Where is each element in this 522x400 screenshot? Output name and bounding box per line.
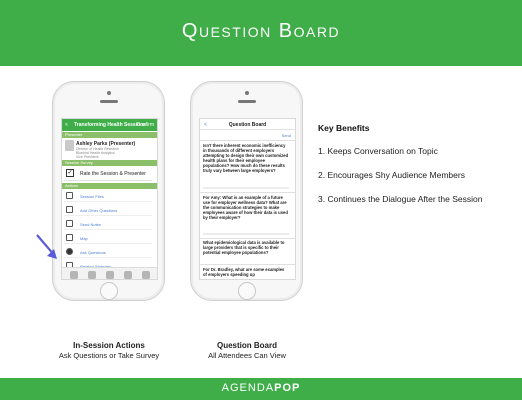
footer-banner: AGENDAPOP [0,378,522,400]
divider [200,140,295,141]
schedule-tab-icon[interactable] [88,271,96,279]
home-tab-icon[interactable] [70,271,78,279]
messages-tab-icon[interactable] [124,271,132,279]
divider [200,192,295,193]
question-item[interactable]: For Dr. Bradley, what are some examples … [203,267,289,277]
app-nav-bar: < Transforming Health Sessions Confirm [62,119,157,131]
nav-title: Transforming Health Sessions [74,122,146,128]
file-icon [66,192,73,199]
bottom-tab-bar [62,267,157,279]
benefit-item: 2. Encourages Shy Audience Members [318,170,465,180]
caption-left-subtitle: Ask Questions or Take Survey [58,351,160,360]
caption-left-title: In-Session Actions [73,341,145,350]
benefit-item: 1. Keeps Conversation on Topic [318,146,438,156]
phone-question-board: Question Board < Send Isn't there inhere… [190,81,303,301]
question-item[interactable]: For Amy: What is an example of a future … [203,195,289,220]
menu-item-ask-questions[interactable]: Ask Questions [64,246,152,258]
phone-speaker [238,100,256,103]
checkbox-icon: ✓ [66,169,74,177]
menu-item-session-files[interactable]: Session Files [64,190,152,202]
app-nav-bar: Question Board < [200,119,295,130]
phone-in-session-actions: < Transforming Health Sessions Confirm P… [52,81,165,301]
page-title: Question Board [181,20,341,42]
people-tab-icon[interactable] [106,271,114,279]
rate-session-row[interactable]: ✓ Rate the Session & Presenter [64,167,152,181]
confirm-button[interactable]: Confirm [136,122,154,128]
key-benefits-title: Key Benefits [318,123,370,133]
phone-camera [245,91,249,95]
phone-speaker [100,100,118,103]
pointer-arrow-icon [36,234,57,259]
agendapop-logo: AGENDAPOP [0,382,522,394]
menu-item-label: Ask Questions [80,250,106,255]
notes-icon [66,220,73,227]
header-banner: Question Board [0,0,522,66]
nav-title: Question Board [228,122,267,128]
rate-session-label: Rate the Session & Presenter [80,171,146,177]
divider [200,264,295,265]
menu-item-label: Add Other Questions [80,208,118,213]
section-header-survey: Session Survey [62,160,157,166]
back-icon[interactable]: < [65,122,68,128]
presenter-avatar [65,140,74,151]
phone-home-button [238,282,256,300]
section-header-presenter: Presenter [62,132,157,138]
question-item[interactable]: Isn't there inherent economic inefficien… [203,143,289,173]
map-icon [66,234,73,241]
phone-camera [107,91,111,95]
ask-question-icon [66,248,73,255]
question-item[interactable]: What epidemiological data is available t… [203,240,289,255]
back-icon[interactable]: < [204,122,207,128]
more-tab-icon[interactable] [142,271,150,279]
caption-right-subtitle: All Attendees Can View [208,351,286,360]
question-meta [203,187,289,189]
caption-right-title: Question Board [216,341,277,350]
section-header-actions: Actions [62,183,157,189]
divider [200,238,295,239]
phone-screen: Question Board < Send Isn't there inhere… [199,118,296,280]
menu-item-label: Send Notes [80,222,101,227]
question-meta [203,233,289,235]
menu-item-add-questions[interactable]: Add Other Questions [64,204,152,216]
menu-item-label: Map [80,236,88,241]
menu-item-map[interactable]: Map [64,232,152,244]
menu-item-label: Session Files [80,194,104,199]
question-icon [66,206,73,213]
phone-screen: < Transforming Health Sessions Confirm P… [61,118,158,280]
logo-text-pop: POP [274,382,301,394]
logo-text-agenda: AGENDA [221,382,275,394]
benefit-item: 3. Continues the Dialogue After the Sess… [318,194,483,204]
phone-home-button [100,282,118,300]
menu-item-send-notes[interactable]: Send Notes [64,218,152,230]
presenter-line: Vice President [76,155,99,159]
send-button[interactable]: Send [282,133,291,138]
